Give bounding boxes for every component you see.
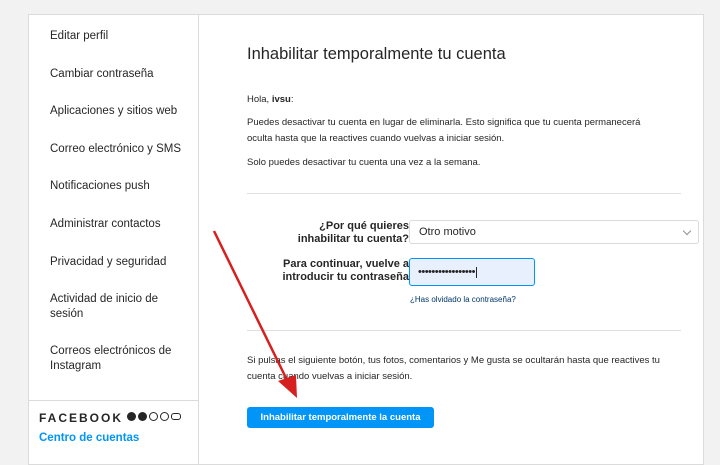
greeting-suffix: :: [290, 94, 294, 105]
hide-content-note: Si pulsas el siguiente botón, tus fotos,…: [247, 355, 660, 382]
reason-select[interactable]: Otro motivo: [409, 220, 699, 244]
username: ivsu: [271, 94, 291, 105]
sidebar-item-login-activity[interactable]: Actividad de inicio de sesión: [50, 292, 180, 322]
settings-sidebar: Editar perfil Cambiar contraseña Aplicac…: [29, 15, 199, 464]
password-value: •••••••••••••••••: [418, 266, 475, 278]
instagram-icon: [149, 412, 158, 421]
text-caret: [475, 266, 477, 278]
forgot-password-link[interactable]: ¿Has olvidado la contraseña?: [410, 295, 516, 304]
deactivate-account-button[interactable]: Inhabilitar temporalmente la cuenta: [247, 407, 434, 428]
sidebar-item-email-sms[interactable]: Correo electrónico y SMS: [50, 142, 195, 157]
oculus-icon: [171, 413, 181, 420]
sidebar-item-push-notifications[interactable]: Notificaciones push: [50, 179, 195, 194]
facebook-icon: [127, 412, 136, 421]
main-content: Inhabilitar temporalmente tu cuenta Hola…: [200, 15, 703, 464]
weekly-limit-note: Solo puedes desactivar tu cuenta una vez…: [247, 157, 481, 168]
settings-panel: Editar perfil Cambiar contraseña Aplicac…: [28, 14, 704, 465]
sidebar-footer: FACEBOOK Centro de cuentas: [29, 400, 199, 464]
divider: [247, 330, 681, 331]
sidebar-item-apps-websites[interactable]: Aplicaciones y sitios web: [50, 104, 195, 119]
accounts-center-link[interactable]: Centro de cuentas: [39, 432, 139, 444]
divider: [247, 193, 681, 194]
meta-apps-icons: [127, 412, 181, 421]
deactivate-explanation: Puedes desactivar tu cuenta en lugar de …: [247, 117, 641, 144]
password-field[interactable]: •••••••••••••••••: [409, 258, 535, 286]
chevron-down-icon: [682, 226, 692, 236]
sidebar-item-manage-contacts[interactable]: Administrar contactos: [50, 217, 195, 232]
reason-selected-value: Otro motivo: [419, 226, 476, 238]
reason-label: ¿Por qué quieres inhabilitar tu cuenta?: [297, 220, 409, 245]
sidebar-item-edit-profile[interactable]: Editar perfil: [50, 29, 195, 44]
sidebar-item-privacy-security[interactable]: Privacidad y seguridad: [50, 255, 195, 270]
sidebar-item-change-password[interactable]: Cambiar contraseña: [50, 67, 195, 82]
page-title: Inhabilitar temporalmente tu cuenta: [247, 45, 506, 63]
sidebar-item-instagram-emails[interactable]: Correos electrónicos de Instagram: [50, 344, 190, 374]
greeting: Hola, ivsu:: [247, 94, 293, 105]
whatsapp-icon: [160, 412, 169, 421]
greeting-prefix: Hola,: [247, 94, 270, 105]
password-label: Para continuar, vuelve a introducir tu c…: [282, 258, 409, 283]
messenger-icon: [138, 412, 147, 421]
facebook-wordmark: FACEBOOK: [39, 411, 124, 425]
